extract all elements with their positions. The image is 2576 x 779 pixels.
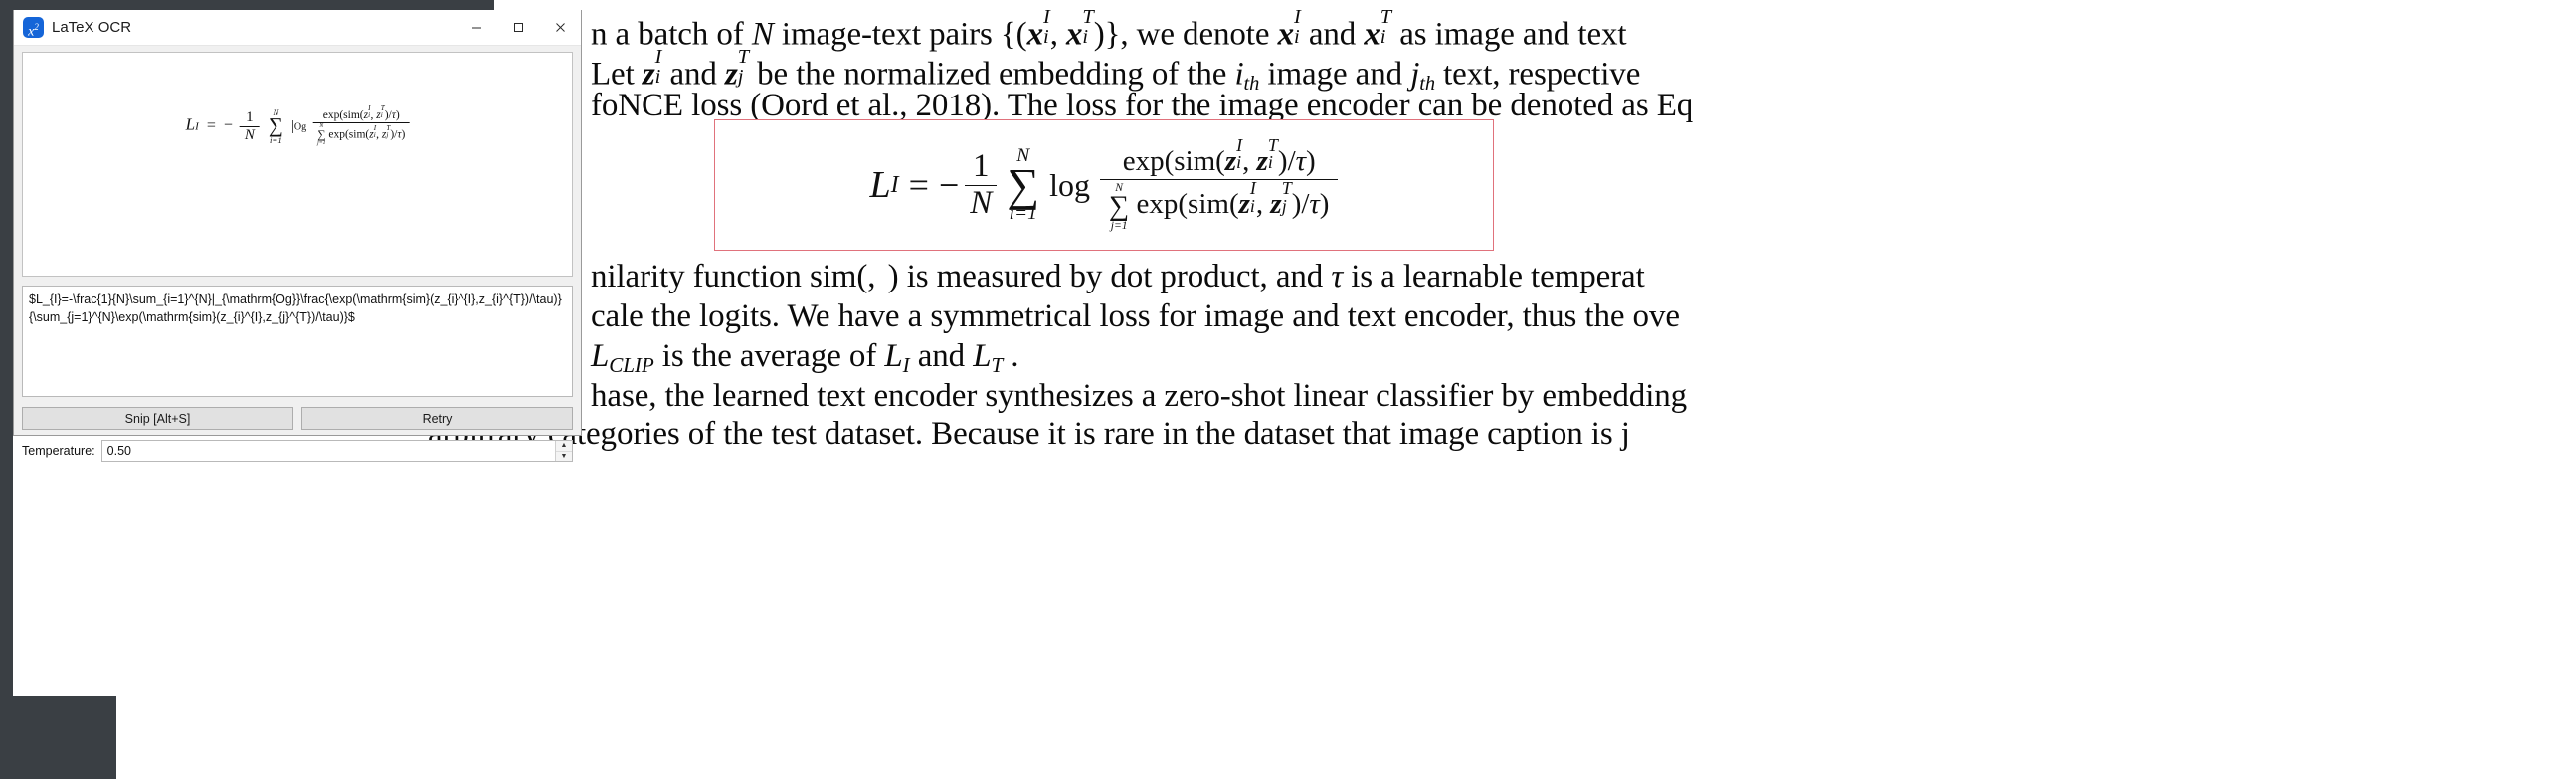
temperature-spinner[interactable]: 0.50 ▲ ▼ xyxy=(100,440,573,462)
doc-text-line: cale the logits. We have a symmetrical l… xyxy=(591,298,1680,334)
doc-text-line: foNCE loss (Oord et al., 2018). The loss… xyxy=(591,88,1694,123)
minimize-icon xyxy=(471,27,481,29)
temperature-label: Temperature: xyxy=(22,444,95,458)
latex-preview-pane: LI = − 1 N N ∑ i=1 |Og exp(sim(z I i , z… xyxy=(22,52,573,277)
close-button[interactable] xyxy=(539,10,581,46)
app-logo-superscript: 2 xyxy=(34,22,39,32)
screen: n a batch of N image-text pairs {(x Ii, x… xyxy=(0,0,2576,779)
retry-button[interactable]: Retry xyxy=(301,407,573,430)
desktop-background-bottom xyxy=(0,696,116,779)
spinner-down-icon[interactable]: ▼ xyxy=(556,452,572,462)
window-body: LI = − 1 N N ∑ i=1 |Og exp(sim(z I i , z… xyxy=(14,46,581,462)
action-button-row: Snip [Alt+S] Retry xyxy=(22,407,573,430)
doc-text-line: arbitrary categories of the test dataset… xyxy=(428,416,1630,452)
app-logo-icon: x2 xyxy=(23,17,44,40)
window-controls xyxy=(456,10,581,46)
temperature-row: Temperature: 0.50 ▲ ▼ xyxy=(22,440,573,464)
equation-box: LI = − 1 N N ∑ i=1 log exp(sim(z Ii, z Ti)… xyxy=(714,119,1494,251)
temperature-value[interactable]: 0.50 xyxy=(102,441,555,461)
minimize-button[interactable] xyxy=(456,10,497,46)
spinner-up-icon[interactable]: ▲ xyxy=(556,441,572,452)
equation-content: LI = − 1 N N ∑ i=1 log exp(sim(z Ii, z Ti)… xyxy=(715,120,1493,250)
temperature-spinner-arrows: ▲ ▼ xyxy=(555,441,572,461)
snip-button[interactable]: Snip [Alt+S] xyxy=(22,407,293,430)
latex-ocr-window: x2 LaTeX OCR LI = − 1 N N ∑ i=1 |Og exp(… xyxy=(13,10,582,462)
doc-text-line: hase, the learned text encoder synthesiz… xyxy=(591,378,1688,414)
doc-text-line: LCLIP is the average of LI and LT . xyxy=(591,338,1019,377)
doc-text-line: nilarity function sim(, ) is measured by… xyxy=(591,259,1645,294)
desktop-background-top xyxy=(0,0,494,10)
maximize-icon xyxy=(513,23,523,32)
latex-code-textarea[interactable]: $L_{I}=-\frac{1}{N}\sum_{i=1}^{N}|_{\mat… xyxy=(22,286,573,397)
close-icon xyxy=(555,23,565,32)
rendered-formula: LI = − 1 N N ∑ i=1 |Og exp(sim(z I i , z… xyxy=(186,105,410,146)
maximize-button[interactable] xyxy=(497,10,539,46)
window-title: LaTeX OCR xyxy=(52,19,132,36)
window-titlebar[interactable]: x2 LaTeX OCR xyxy=(14,10,581,46)
desktop-background-left xyxy=(0,0,13,779)
